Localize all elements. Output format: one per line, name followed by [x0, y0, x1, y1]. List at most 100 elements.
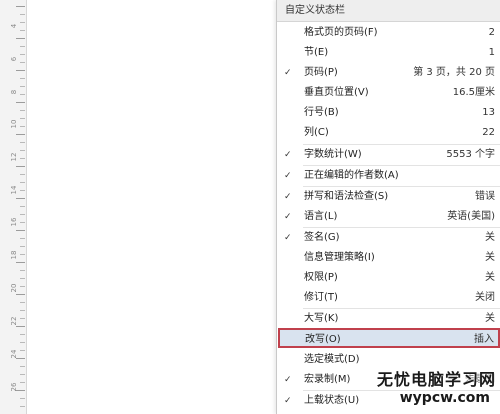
- menu-item-formatted-page-number[interactable]: 格式页的页码(F) 2: [277, 23, 500, 43]
- menu-item-editing-authors[interactable]: ✓ 正在编辑的作者数(A): [277, 166, 500, 186]
- menu-item-page-number[interactable]: ✓ 页码(P) 第 3 页，共 20 页: [277, 63, 500, 83]
- menu-item-upload-status[interactable]: ✓ 上载状态(U): [277, 391, 500, 411]
- menu-item-value: 1: [488, 47, 495, 58]
- menu-item-label: 权限(P): [304, 272, 338, 283]
- menu-item-label: 拼写和语法检查(S): [304, 191, 389, 202]
- ruler-tick: [20, 22, 25, 23]
- ruler-tick: [16, 166, 25, 167]
- ruler-tick: [16, 6, 25, 7]
- menu-item-macro-recording[interactable]: ✓ 宏录制(M) 未录制: [277, 370, 500, 390]
- menu-item-label: 字数统计(W): [304, 149, 362, 160]
- menu-item-label: 改写(O): [305, 334, 341, 345]
- checkmark-icon: ✓: [284, 233, 292, 243]
- ruler-tick: [20, 310, 25, 311]
- ruler-tick: [20, 366, 25, 367]
- menu-item-value: 16.5厘米: [452, 87, 495, 98]
- menu-item-caps-lock[interactable]: 大写(K) 关: [277, 309, 500, 329]
- checkmark-icon: ✓: [284, 192, 292, 202]
- menu-item-section[interactable]: 节(E) 1: [277, 43, 500, 63]
- checkmark-icon: ✓: [284, 68, 292, 78]
- menu-item-label: 节(E): [304, 47, 329, 58]
- menu-item-line-number[interactable]: 行号(B) 13: [277, 103, 500, 123]
- menu-item-label: 格式页的页码(F): [304, 27, 378, 38]
- checkmark-icon: ✓: [284, 396, 292, 406]
- ruler-tick: [16, 102, 25, 103]
- menu-item-value: 5553 个字: [446, 149, 495, 160]
- menu-item-value: 关: [485, 272, 495, 283]
- ruler-tick: [20, 150, 25, 151]
- ruler-number: 20: [10, 283, 18, 293]
- ruler-tick: [16, 230, 25, 231]
- menu-item-label: 垂直页位置(V): [304, 87, 369, 98]
- checkmark-icon: ✓: [284, 171, 292, 181]
- ruler-tick: [20, 342, 25, 343]
- ruler-tick: [16, 326, 25, 327]
- checkmark-icon: ✓: [284, 375, 292, 385]
- ruler-tick: [20, 406, 25, 407]
- ruler-tick: [20, 158, 25, 159]
- menu-item-label: 上载状态(U): [304, 395, 360, 406]
- ruler-tick: [20, 350, 25, 351]
- ruler-number: 14: [10, 185, 18, 195]
- ruler-tick: [20, 118, 25, 119]
- ruler-tick: [20, 246, 25, 247]
- menu-item-value: 2: [488, 27, 495, 38]
- menu-item-label: 大写(K): [304, 313, 339, 324]
- menu-item-label: 选定模式(D): [304, 354, 360, 365]
- menu-item-value: 关: [485, 313, 495, 324]
- ruler-tick: [20, 46, 25, 47]
- menu-item-value: 错误: [475, 191, 495, 202]
- ruler-tick: [20, 190, 25, 191]
- ruler-tick: [20, 254, 25, 255]
- ruler-tick: [16, 262, 25, 263]
- ruler-tick: [20, 398, 25, 399]
- menu-item-overtype[interactable]: 改写(O) 插入: [278, 328, 500, 348]
- menu-item-information-policy[interactable]: 信息管理策略(I) 关: [277, 248, 500, 268]
- ruler-tick: [20, 142, 25, 143]
- ruler-number: 26: [10, 382, 18, 392]
- menu-item-label: 列(C): [304, 127, 329, 138]
- ruler-tick: [20, 94, 25, 95]
- ruler-tick: [20, 174, 25, 175]
- document-canvas[interactable]: [27, 0, 276, 414]
- checkmark-icon: ✓: [284, 212, 292, 222]
- customize-status-bar-menu: 自定义状态栏 格式页的页码(F) 2 节(E) 1 ✓ 页码(P) 第 3 页，…: [276, 0, 500, 414]
- menu-item-value: 插入: [474, 334, 494, 345]
- ruler-number: 6: [10, 56, 18, 62]
- menu-item-signatures[interactable]: ✓ 签名(G) 关: [277, 228, 500, 248]
- menu-item-track-changes[interactable]: 修订(T) 关闭: [277, 288, 500, 308]
- ruler-tick: [20, 278, 25, 279]
- menu-item-value: 关: [485, 252, 495, 263]
- menu-item-vertical-position[interactable]: 垂直页位置(V) 16.5厘米: [277, 83, 500, 103]
- menu-item-language[interactable]: ✓ 语言(L) 英语(美国): [277, 207, 500, 227]
- menu-item-spelling-grammar[interactable]: ✓ 拼写和语法检查(S) 错误: [277, 187, 500, 207]
- ruler-number: 8: [10, 89, 18, 95]
- menu-item-column[interactable]: 列(C) 22: [277, 123, 500, 143]
- menu-item-value: 关闭: [475, 292, 495, 303]
- menu-item-label: 正在编辑的作者数(A): [304, 170, 399, 181]
- ruler-tick: [20, 14, 25, 15]
- ruler-tick: [20, 86, 25, 87]
- menu-item-label: 宏录制(M): [304, 374, 351, 385]
- ruler-number: 16: [10, 217, 18, 227]
- menu-title: 自定义状态栏: [277, 0, 500, 22]
- ruler-tick: [16, 38, 25, 39]
- ruler-tick: [20, 222, 25, 223]
- ruler-tick: [20, 54, 25, 55]
- menu-item-word-count[interactable]: ✓ 字数统计(W) 5553 个字: [277, 145, 500, 165]
- menu-item-value: 关: [485, 232, 495, 243]
- ruler-tick: [16, 294, 25, 295]
- ruler-tick: [20, 30, 25, 31]
- menu-item-label: 信息管理策略(I): [304, 252, 375, 263]
- ruler-tick: [16, 134, 25, 135]
- ruler-number: 10: [10, 119, 18, 129]
- ruler-tick: [20, 78, 25, 79]
- menu-item-permissions[interactable]: 权限(P) 关: [277, 268, 500, 288]
- ruler-tick: [20, 182, 25, 183]
- menu-item-selection-mode[interactable]: 选定模式(D): [277, 350, 500, 370]
- ruler-tick: [20, 238, 25, 239]
- ruler-tick: [16, 390, 25, 391]
- ruler-tick: [16, 358, 25, 359]
- menu-item-value: 22: [482, 127, 495, 138]
- ruler-tick: [20, 334, 25, 335]
